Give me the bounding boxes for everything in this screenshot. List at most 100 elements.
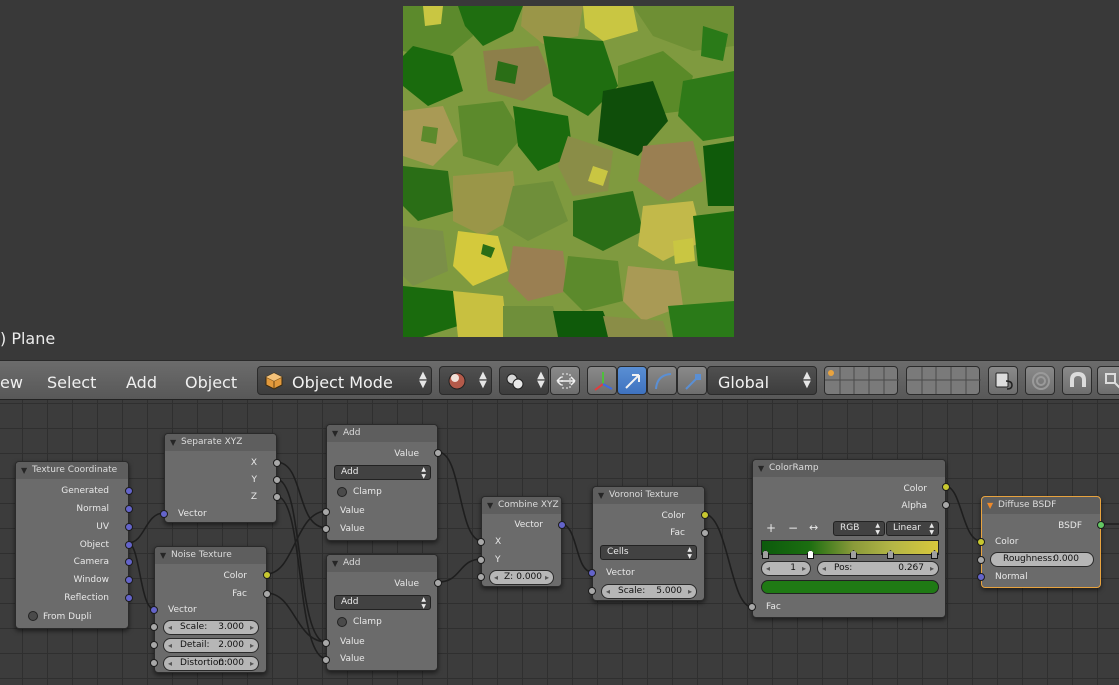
decrement-arrow-icon[interactable]: ◂	[168, 639, 172, 652]
proportional-edit-button[interactable]	[1025, 366, 1055, 395]
detail-field[interactable]: ◂ Detail: 2.000 ▸	[163, 638, 259, 653]
socket-normal[interactable]	[125, 505, 133, 513]
flip-ramp-icon[interactable]: ↔	[809, 521, 818, 534]
stop-position-field[interactable]: ◂ Pos: 0.267 ▸	[817, 561, 939, 576]
socket-value-in-1[interactable]	[322, 508, 330, 516]
socket-value-in-2[interactable]	[322, 525, 330, 533]
node-texture-coordinate[interactable]: ▼ Texture Coordinate Generated Normal UV …	[15, 461, 133, 629]
layer-buttons-2[interactable]	[906, 366, 981, 395]
node-math-add-1[interactable]: ▼ Add Value Add ▲ ▼ Clamp Value Value	[322, 424, 442, 541]
socket-camera[interactable]	[125, 558, 133, 566]
roughness-field[interactable]: Roughness: 0.000	[990, 552, 1094, 567]
mode-selector[interactable]: Object Mode ▲ ▼	[257, 366, 432, 395]
transform-orientation-selector[interactable]: Global ▲ ▼	[707, 366, 817, 395]
translate-button[interactable]	[617, 366, 647, 395]
socket-value-in-2[interactable]	[322, 656, 330, 664]
decrement-arrow-icon[interactable]: ◂	[168, 621, 172, 634]
stop-index-field[interactable]: ◂ 1 ▸	[761, 561, 811, 576]
socket-generated[interactable]	[125, 487, 133, 495]
socket-reflection[interactable]	[125, 594, 133, 602]
node-math-add-2[interactable]: ▼ Add Value Add ▲ ▼ Clamp Value Value	[322, 554, 442, 671]
collapse-triangle-icon[interactable]: ▼	[332, 555, 338, 572]
socket-color[interactable]	[701, 511, 709, 519]
socket-fac[interactable]	[263, 590, 271, 598]
scale-field[interactable]: ◂ Scale: 5.000 ▸	[601, 584, 697, 599]
socket-z-in[interactable]	[477, 573, 485, 581]
from-dupli-checkbox[interactable]	[28, 611, 38, 621]
collapse-triangle-icon[interactable]: ▼	[758, 460, 764, 477]
translate-manipulator-button[interactable]	[587, 366, 617, 395]
select-menu[interactable]: Select	[47, 373, 96, 392]
socket-normal-in[interactable]	[977, 573, 985, 581]
clamp-checkbox[interactable]	[337, 487, 347, 497]
socket-scale[interactable]	[588, 587, 596, 595]
socket-alpha[interactable]	[942, 501, 950, 509]
increment-arrow-icon[interactable]: ▸	[250, 639, 254, 652]
increment-arrow-icon[interactable]: ▸	[930, 562, 934, 575]
socket-color-in[interactable]	[977, 538, 985, 546]
viewport-shading-selector[interactable]: ▲ ▼	[439, 366, 492, 395]
pivot-point-selector[interactable]: ▲ ▼	[499, 366, 549, 395]
socket-distortion[interactable]	[150, 659, 158, 667]
socket-vector-in[interactable]	[588, 569, 596, 577]
snap-element-button[interactable]	[1097, 366, 1119, 395]
stop-color-swatch[interactable]	[761, 580, 939, 594]
node-diffuse-bsdf[interactable]: ▼ Diffuse BSDF BSDF Color Roughness: 0.00…	[977, 496, 1105, 588]
scale-field[interactable]: ◂ Scale: 3.000 ▸	[163, 620, 259, 635]
decrement-arrow-icon[interactable]: ◂	[606, 585, 610, 598]
collapse-triangle-icon[interactable]: ▼	[332, 425, 338, 442]
socket-fac[interactable]	[701, 529, 709, 537]
interpolation-dropdown[interactable]: Linear ▲ ▼	[886, 521, 939, 536]
rotate-button[interactable]	[647, 366, 677, 395]
node-voronoi-texture[interactable]: ▼ Voronoi Texture Color Fac Cells ▲ ▼ Vect…	[588, 486, 709, 601]
node-separate-xyz[interactable]: ▼ Separate XYZ X Y Z Vector	[160, 433, 281, 523]
color-ramp-gradient[interactable]	[761, 540, 939, 559]
socket-x-in[interactable]	[477, 538, 485, 546]
increment-arrow-icon[interactable]: ▸	[802, 562, 806, 575]
decrement-arrow-icon[interactable]: ◂	[766, 562, 770, 575]
socket-y-in[interactable]	[477, 556, 485, 564]
coloring-dropdown[interactable]: Cells ▲ ▼	[600, 545, 697, 560]
node-editor-canvas[interactable]: ▼ Texture Coordinate Generated Normal UV …	[0, 400, 1119, 685]
socket-vector-in[interactable]	[160, 510, 168, 518]
lock-layers-button[interactable]	[988, 366, 1018, 395]
socket-bsdf[interactable]	[1097, 521, 1105, 529]
socket-value-out[interactable]	[434, 579, 442, 587]
ramp-stop-handle[interactable]	[931, 550, 938, 559]
collapse-triangle-icon[interactable]: ▼	[598, 487, 604, 504]
operation-dropdown[interactable]: Add ▲ ▼	[334, 595, 431, 610]
remove-stop-icon[interactable]: −	[788, 521, 798, 535]
collapse-triangle-icon[interactable]: ▼	[987, 497, 993, 514]
socket-window[interactable]	[125, 576, 133, 584]
increment-arrow-icon[interactable]: ▸	[688, 585, 692, 598]
socket-y[interactable]	[273, 476, 281, 484]
view-menu[interactable]: ew	[0, 373, 23, 392]
node-combine-xyz[interactable]: ▼ Combine XYZ Vector X Y ◂ Z: 0.000 ▸	[477, 496, 566, 587]
socket-detail[interactable]	[150, 641, 158, 649]
increment-arrow-icon[interactable]: ▸	[250, 657, 254, 670]
object-menu[interactable]: Object	[185, 373, 237, 392]
socket-value-out[interactable]	[434, 449, 442, 457]
decrement-arrow-icon[interactable]: ◂	[168, 657, 172, 670]
manipulator-toggle[interactable]	[550, 366, 580, 395]
socket-vector-out[interactable]	[558, 521, 566, 529]
layer-buttons-1[interactable]	[824, 366, 899, 395]
add-menu[interactable]: Add	[126, 373, 157, 392]
add-stop-icon[interactable]: +	[766, 521, 776, 535]
snap-toggle-button[interactable]	[1062, 366, 1092, 395]
socket-fac-in[interactable]	[748, 603, 756, 611]
socket-z[interactable]	[273, 493, 281, 501]
socket-value-in-1[interactable]	[322, 639, 330, 647]
socket-color[interactable]	[942, 483, 950, 491]
socket-roughness[interactable]	[977, 556, 985, 564]
ramp-stop-handle[interactable]	[807, 550, 814, 559]
clamp-checkbox[interactable]	[337, 617, 347, 627]
collapse-triangle-icon[interactable]: ▼	[21, 462, 27, 479]
decrement-arrow-icon[interactable]: ◂	[494, 571, 498, 584]
color-mode-dropdown[interactable]: RGB ▲ ▼	[833, 521, 885, 536]
socket-object[interactable]	[125, 541, 133, 549]
3d-viewport[interactable]: ) Plane	[0, 0, 1119, 360]
socket-uv[interactable]	[125, 523, 133, 531]
collapse-triangle-icon[interactable]: ▼	[170, 434, 176, 451]
node-noise-texture[interactable]: ▼ Noise Texture Color Fac Vector ◂ Scale:…	[150, 546, 271, 673]
